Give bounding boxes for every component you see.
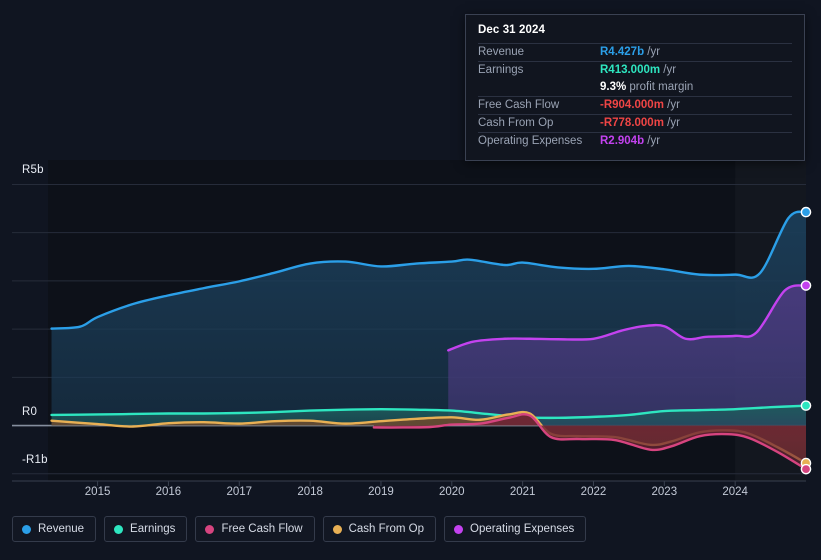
x-axis-tick-2018: 2018 bbox=[297, 486, 323, 498]
legend-swatch-icon bbox=[454, 524, 464, 534]
tooltip-metric-unit: /yr bbox=[644, 135, 661, 147]
legend-item-revenue[interactable]: Revenue bbox=[12, 516, 97, 542]
tooltip-metric-label: Free Cash Flow bbox=[478, 99, 560, 111]
legend-label: Revenue bbox=[38, 523, 85, 535]
legend-label: Cash From Op bbox=[348, 523, 425, 535]
tooltip-metric-label: Cash From Op bbox=[478, 117, 554, 129]
x-axis-tick-2023: 2023 bbox=[651, 486, 678, 498]
tooltip-metric-value: R413.000m /yr bbox=[600, 62, 792, 80]
x-axis-tick-2019: 2019 bbox=[368, 486, 394, 498]
tooltip-row: 9.3% profit margin bbox=[478, 79, 792, 97]
tooltip-metric-value: 9.3% profit margin bbox=[600, 79, 792, 97]
tooltip-metric-unit: /yr bbox=[663, 99, 680, 111]
tooltip-metric-label bbox=[478, 79, 600, 97]
legend-swatch-icon bbox=[205, 524, 215, 534]
tooltip-metric-amount: -R904.000m bbox=[600, 99, 664, 111]
tooltip-row: Free Cash Flow -R904.000m /yr bbox=[478, 96, 792, 115]
x-axis-tick-2024: 2024 bbox=[722, 486, 748, 498]
x-axis-tick-2020: 2020 bbox=[438, 486, 465, 498]
legend-swatch-icon bbox=[332, 524, 342, 534]
tooltip-metric-amount: R2.904b bbox=[600, 135, 645, 147]
x-axis-tick-2021: 2021 bbox=[509, 486, 536, 498]
tooltip-metric-amount: -R778.000m bbox=[600, 117, 664, 129]
y-axis-tick-R0: R0 bbox=[22, 405, 38, 418]
legend-item-cash-from-op[interactable]: Cash From Op bbox=[322, 516, 437, 542]
tooltip-metric-unit: /yr bbox=[663, 117, 680, 129]
tooltip-metric-unit: profit margin bbox=[626, 81, 694, 93]
tooltip-date: Dec 31 2024 bbox=[478, 24, 545, 36]
financial-chart: R5b R0 -R1b 2015 2016 2017 2018 2019 2020 2021 20… bbox=[0, 0, 821, 560]
tooltip-metric-amount: R4.427b bbox=[600, 46, 645, 58]
legend-label: Free Cash Flow bbox=[221, 523, 303, 535]
tooltip-metric-label: Revenue bbox=[478, 46, 525, 58]
tooltip-metric-amount: 9.3% bbox=[600, 81, 627, 93]
y-axis-tick-R5b: R5b bbox=[22, 164, 44, 177]
legend-item-operating-expenses[interactable]: Operating Expenses bbox=[444, 516, 587, 542]
tooltip-metric-label: Operating Expenses bbox=[478, 135, 583, 147]
tooltip-metric-value: -R904.000m /yr bbox=[600, 97, 792, 115]
y-axis-tick-R1b: -R1b bbox=[22, 453, 48, 466]
tooltip-row: Earnings R413.000m /yr bbox=[478, 61, 792, 80]
legend-swatch-icon bbox=[22, 524, 31, 534]
legend-label: Earnings bbox=[130, 523, 176, 535]
x-axis-tick-2017: 2017 bbox=[226, 486, 253, 498]
tooltip-metric-value: R2.904b /yr bbox=[600, 133, 792, 151]
legend-swatch-icon bbox=[114, 524, 124, 534]
legend-item-free-cash-flow[interactable]: Free Cash Flow bbox=[195, 516, 315, 542]
tooltip-row: Operating Expenses R2.904b /yr bbox=[478, 132, 792, 151]
tooltip-metric-amount: R413.000m bbox=[600, 64, 661, 76]
tooltip-metric-value: -R778.000m /yr bbox=[600, 115, 792, 133]
tooltip-table: Revenue R4.427b /yr Earnings R413.000m /yr 9… bbox=[478, 43, 792, 150]
tooltip-row: Revenue R4.427b /yr bbox=[478, 43, 792, 62]
chart-legend: Revenue Earnings Free Cash Flow Cash From O… bbox=[12, 516, 587, 542]
tooltip-metric-unit: /yr bbox=[644, 46, 661, 58]
x-axis-tick-2022: 2022 bbox=[580, 486, 607, 498]
tooltip-metric-unit: /yr bbox=[660, 64, 677, 76]
tooltip-metric-label: Earnings bbox=[478, 64, 524, 76]
x-axis-tick-2015: 2015 bbox=[84, 486, 111, 498]
tooltip-row: Cash From Op -R778.000m /yr bbox=[478, 114, 792, 133]
x-axis-tick-2016: 2016 bbox=[155, 486, 182, 498]
tooltip-metric-value: R4.427b /yr bbox=[600, 44, 792, 62]
data-tooltip: Dec 31 2024 Revenue R4.427b /yr Earnings R4… bbox=[465, 14, 805, 161]
legend-item-earnings[interactable]: Earnings bbox=[104, 516, 188, 542]
legend-label: Operating Expenses bbox=[470, 523, 575, 535]
